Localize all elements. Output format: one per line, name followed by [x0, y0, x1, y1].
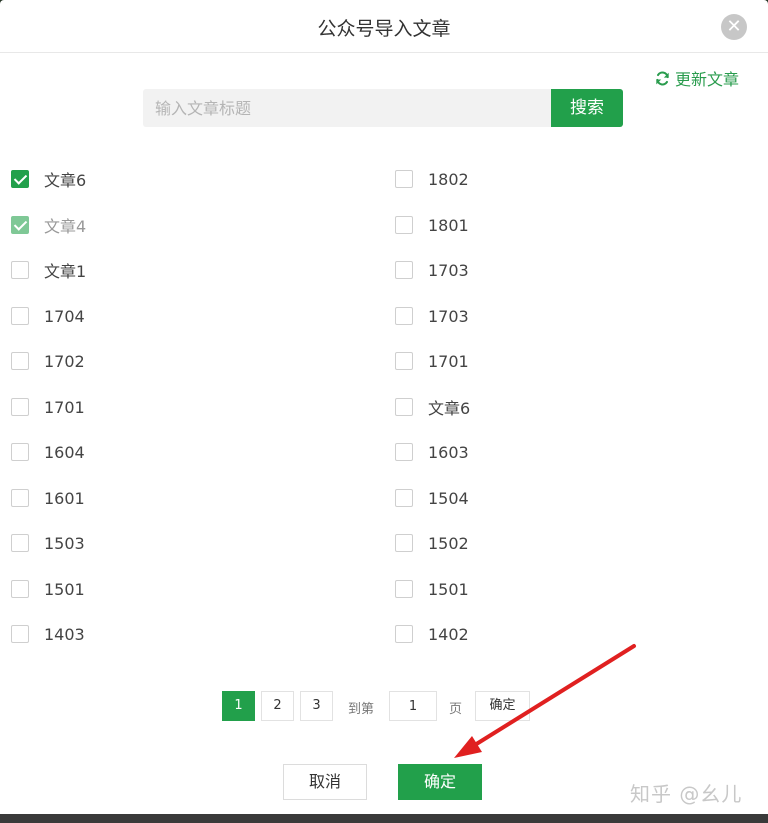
annotation-arrow	[454, 644, 636, 758]
background-bottom	[0, 814, 768, 823]
